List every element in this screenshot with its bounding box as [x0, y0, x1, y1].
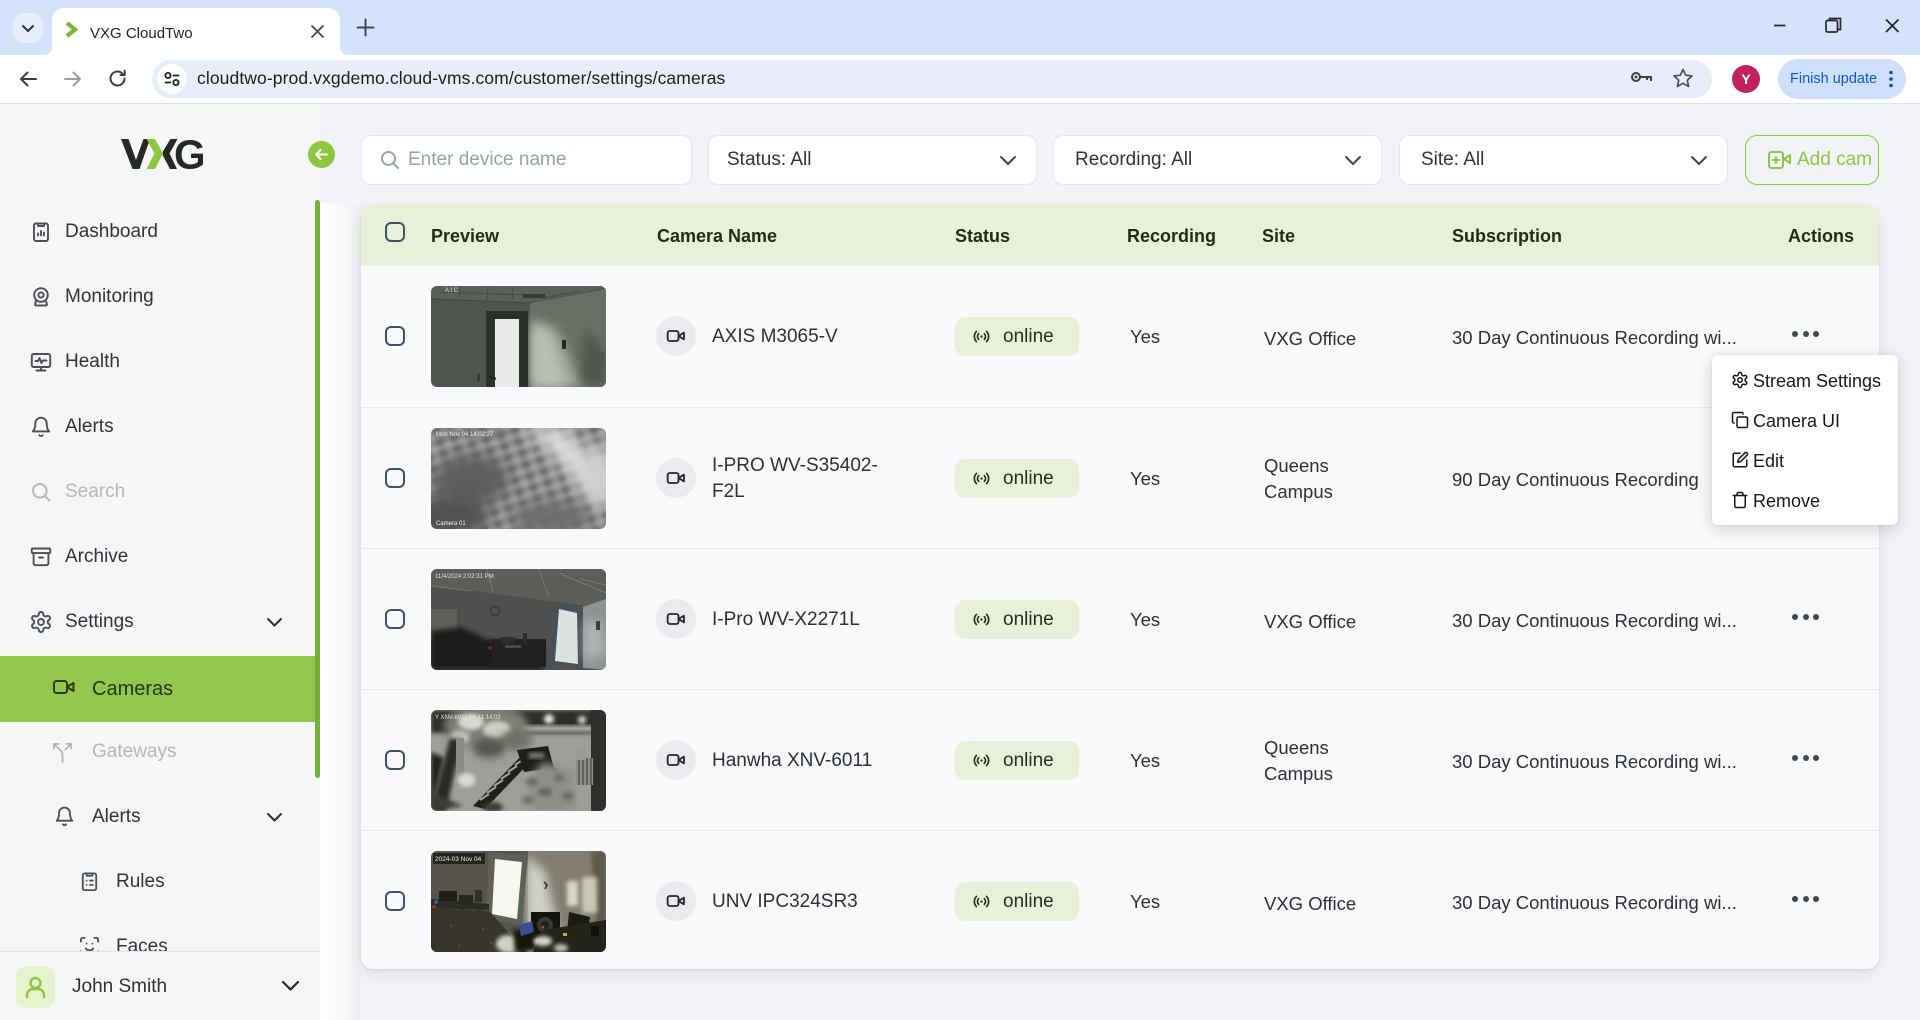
svg-text:G: G — [174, 139, 203, 169]
svg-text:2024-03 Nov 04: 2024-03 Nov 04 — [435, 856, 482, 863]
svg-text:Mon Nov 04 14:02:27: Mon Nov 04 14:02:27 — [436, 432, 494, 438]
svg-text:11/4/2024 2:02:31 PM: 11/4/2024 2:02:31 PM — [435, 574, 494, 580]
svg-text:A I C: A I C — [445, 288, 459, 294]
svg-text:Y XNV-6011 04-11 14:02: Y XNV-6011 04-11 14:02 — [435, 715, 501, 721]
svg-text:Camera 01: Camera 01 — [436, 521, 466, 527]
